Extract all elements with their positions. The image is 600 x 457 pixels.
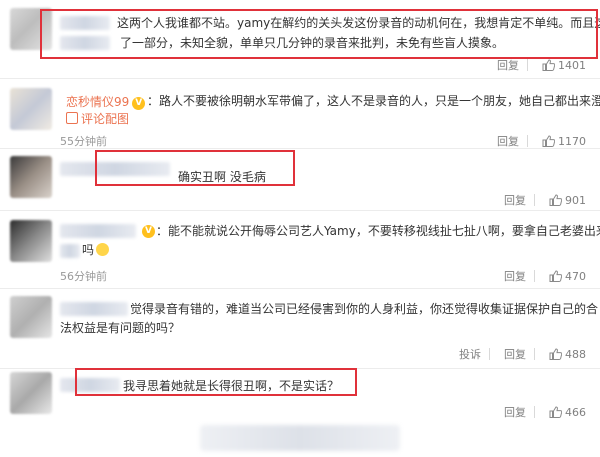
like-count: 466 <box>565 406 586 419</box>
comment-actions: 回复 466 <box>498 404 586 420</box>
thumbs-up-icon <box>549 406 562 418</box>
avatar[interactable] <box>10 88 52 130</box>
comment-item-6: 我寻思着她就是长得很丑啊，不是实话？ 回复 466 <box>0 368 600 420</box>
comment-item-4: V ：能不能就说公开侮辱公司艺人Yamy，不要转移视线扯七扯八啊，要拿自己老婆出… <box>0 210 600 289</box>
comment-item-3: 确实丑啊 没毛病 回复 901 <box>0 148 600 211</box>
thumbs-up-icon <box>549 270 562 282</box>
divider <box>527 135 528 147</box>
divider <box>534 194 535 206</box>
like-count: 1170 <box>558 135 586 148</box>
comment-text-line-1: ：路人不要被徐明朝水军带偏了，这人不是录音的人，只是一个朋友，她自己都出来澄清了 <box>147 94 600 108</box>
like-button[interactable]: 470 <box>549 270 586 283</box>
comment-text-line-1: ：能不能就说公开侮辱公司艺人Yamy，不要转移视线扯七扯八啊，要拿自己老婆出来 <box>156 224 600 238</box>
highlight-box <box>75 368 357 396</box>
image-link-icon <box>66 112 78 124</box>
timestamp: 55分钟前 <box>60 135 107 148</box>
reply-button[interactable]: 回复 <box>504 192 526 208</box>
avatar[interactable] <box>10 372 52 414</box>
comment-actions: 投诉 回复 488 <box>453 346 586 362</box>
thumbs-up-icon <box>542 59 555 71</box>
divider <box>534 270 535 282</box>
like-button[interactable]: 1170 <box>542 135 586 148</box>
verified-badge-icon: V <box>142 225 155 238</box>
like-button[interactable]: 488 <box>549 348 586 361</box>
like-count: 470 <box>565 270 586 283</box>
timestamp: 56分钟前 <box>60 270 107 283</box>
comment-actions: 回复 901 <box>498 192 586 208</box>
like-count: 1401 <box>558 59 586 72</box>
username[interactable]: 恋秒情仪99 V <box>66 93 146 110</box>
like-button[interactable]: 1401 <box>542 59 586 72</box>
blurred-text <box>60 244 80 258</box>
report-button[interactable]: 投诉 <box>459 346 481 362</box>
divider <box>534 406 535 418</box>
verified-badge-icon: V <box>132 97 146 110</box>
thumbs-up-icon <box>549 348 562 360</box>
reply-button[interactable]: 回复 <box>504 346 526 362</box>
reply-button[interactable]: 回复 <box>504 268 526 284</box>
comment-item-1: 这两个人我谁都不站。yamy在解约的关头发这份录音的动机何在，我想肯定不单纯。而… <box>0 0 600 79</box>
comment-image-link[interactable]: 评论配图 <box>66 110 129 128</box>
comment-actions: 回复 470 <box>498 268 586 284</box>
username-blurred <box>60 302 128 316</box>
comment-actions: 回复 1170 <box>491 133 586 149</box>
like-button[interactable]: 466 <box>549 406 586 419</box>
comment-text-line-2: 吗 <box>82 241 110 259</box>
reply-button[interactable]: 回复 <box>497 57 519 73</box>
comment-text-line-1: 觉得录音有错的，难道当公司已经侵害到你的人身利益，你还觉得收集证据保护自己的合 <box>130 302 599 316</box>
comment-item-2: 恋秒情仪99 V ：路人不要被徐明朝水军带偏了，这人不是录音的人，只是一个朋友，她… <box>0 78 600 149</box>
divider <box>489 348 490 360</box>
avatar[interactable] <box>10 296 52 338</box>
reply-button[interactable]: 回复 <box>504 404 526 420</box>
thumbs-up-icon <box>542 135 555 147</box>
username-blurred <box>60 224 136 238</box>
divider <box>527 59 528 71</box>
comment-actions: 回复 1401 <box>491 57 586 73</box>
comment-text-line-2: 法权益是有问题的吗？ <box>60 321 181 335</box>
like-count: 488 <box>565 348 586 361</box>
avatar[interactable] <box>10 156 52 198</box>
highlight-box <box>40 9 598 59</box>
avatar[interactable] <box>10 220 52 262</box>
like-button[interactable]: 901 <box>549 194 586 207</box>
reply-button[interactable]: 回复 <box>497 133 519 149</box>
blurred-footer <box>200 425 400 451</box>
emoji-icon <box>96 243 110 256</box>
thumbs-up-icon <box>549 194 562 206</box>
comment-item-5: 觉得录音有错的，难道当公司已经侵害到你的人身利益，你还觉得收集证据保护自己的合 … <box>0 288 600 369</box>
highlight-box <box>95 150 295 186</box>
like-count: 901 <box>565 194 586 207</box>
divider <box>534 348 535 360</box>
